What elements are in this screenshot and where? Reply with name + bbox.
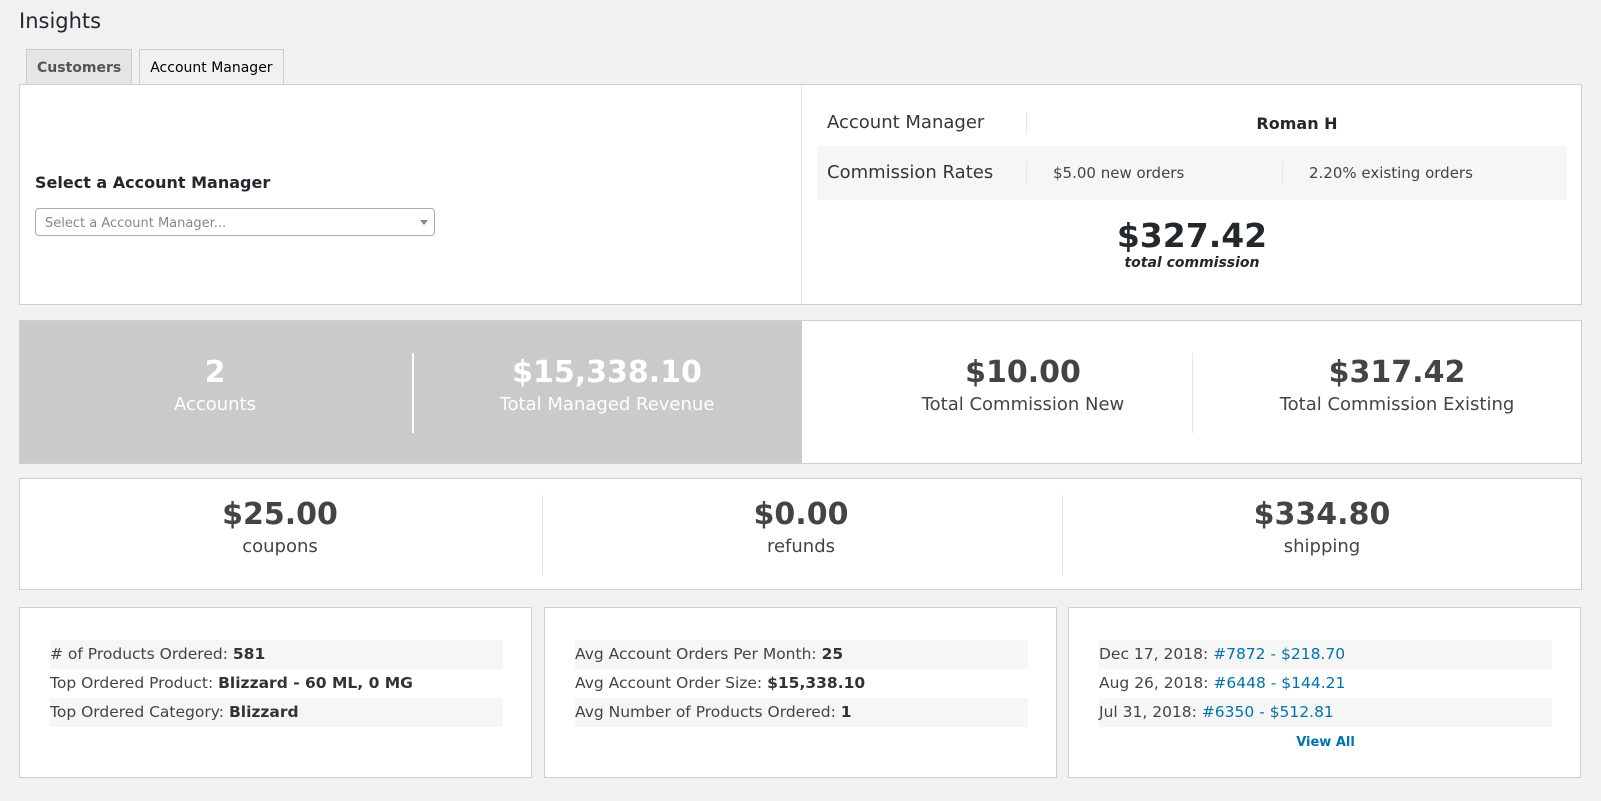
item-value: $15,338.10: [767, 674, 866, 692]
stat-label: Total Managed Revenue: [499, 394, 715, 415]
list-item: Dec 17, 2018: #7872 - $218.70: [1099, 640, 1552, 669]
products-panel: # of Products Ordered: 581 Top Ordered P…: [19, 607, 532, 778]
stats-panel: 2 Accounts $15,338.10 Total Managed Reve…: [19, 320, 1582, 464]
total-value: $0.00: [753, 497, 849, 532]
item-value: 581: [232, 645, 266, 663]
stat-value: $10.00: [965, 355, 1081, 390]
manager-info-section: Account Manager Roman H Commission Rates…: [802, 85, 1582, 304]
total-label: shipping: [1283, 536, 1361, 557]
list-item: Top Ordered Category: Blizzard: [50, 698, 503, 727]
manager-name: Roman H: [1256, 113, 1338, 133]
select-heading: Select a Account Manager: [35, 173, 271, 192]
order-date: Jul 31, 2018:: [1099, 703, 1197, 721]
view-all-link[interactable]: View All: [1099, 735, 1552, 750]
tab-customers[interactable]: Customers: [26, 49, 133, 85]
rate-existing: 2.20% existing orders: [1309, 164, 1473, 182]
stat-total-managed-revenue: $15,338.10 Total Managed Revenue: [412, 353, 802, 433]
account-manager-panel: Select a Account Manager Select a Accoun…: [19, 84, 1582, 305]
recent-orders-panel: Dec 17, 2018: #7872 - $218.70 Aug 26, 20…: [1068, 607, 1581, 778]
commission-rates-row: Commission Rates $5.00 new orders 2.20% …: [817, 146, 1567, 200]
list-item: Jul 31, 2018: #6350 - $512.81: [1099, 698, 1552, 727]
total-value: $25.00: [222, 497, 338, 532]
tab-account-manager[interactable]: Account Manager: [139, 49, 284, 86]
stat-label: Accounts: [173, 394, 257, 415]
item-value: Blizzard: [228, 703, 299, 721]
list-item: Top Ordered Product: Blizzard - 60 ML, 0…: [50, 669, 503, 698]
divider: [1192, 353, 1193, 433]
total-commission-amount: $327.42: [1116, 216, 1268, 255]
item-label: Avg Number of Products Ordered:: [575, 703, 836, 721]
order-link[interactable]: #6350 - $512.81: [1202, 703, 1334, 721]
totals-panel: $25.00 coupons $0.00 refunds $334.80 shi…: [19, 478, 1582, 590]
manager-row: Account Manager Roman H: [817, 96, 1567, 150]
stats-grey-section: 2 Accounts $15,338.10 Total Managed Reve…: [20, 321, 802, 463]
stat-label: Total Commission New: [921, 394, 1125, 415]
averages-panel: Avg Account Orders Per Month: 25 Avg Acc…: [544, 607, 1057, 778]
total-commission-caption: total commission: [1124, 255, 1260, 271]
total-label: coupons: [242, 536, 318, 557]
stat-commission-new: $10.00 Total Commission New: [828, 353, 1218, 433]
total-refunds: $0.00 refunds: [541, 495, 1061, 575]
item-label: Avg Account Order Size:: [575, 674, 763, 692]
stat-accounts: 2 Accounts: [20, 353, 410, 433]
total-commission-block: $327.42 total commission: [802, 216, 1582, 272]
total-coupons: $25.00 coupons: [20, 495, 540, 575]
stat-value: $15,338.10: [512, 355, 702, 390]
stat-value: 2: [204, 355, 226, 390]
item-label: Top Ordered Product:: [50, 674, 214, 692]
item-value: 1: [840, 703, 852, 721]
list-item: Avg Number of Products Ordered: 1: [575, 698, 1028, 727]
order-link[interactable]: #7872 - $218.70: [1213, 645, 1345, 663]
order-link[interactable]: #6448 - $144.21: [1213, 674, 1345, 692]
total-value: $334.80: [1253, 497, 1391, 532]
page-title: Insights: [19, 9, 102, 33]
dropdown-arrow-icon: [420, 220, 428, 225]
item-label: # of Products Ordered:: [50, 645, 228, 663]
stat-commission-existing: $317.42 Total Commission Existing: [1202, 353, 1592, 433]
item-value: Blizzard - 60 ML, 0 MG: [218, 674, 413, 692]
tab-bar: Customers Account Manager: [26, 49, 284, 86]
list-item: Avg Account Order Size: $15,338.10: [575, 669, 1028, 698]
account-manager-select[interactable]: Select a Account Manager...: [35, 208, 435, 236]
item-label: Top Ordered Category:: [50, 703, 224, 721]
order-date: Aug 26, 2018:: [1099, 674, 1209, 692]
stat-value: $317.42: [1328, 355, 1466, 390]
manager-label: Account Manager: [817, 112, 1027, 134]
rate-new: $5.00 new orders: [1027, 162, 1283, 184]
selector-section: Select a Account Manager Select a Accoun…: [20, 85, 802, 304]
list-item: Aug 26, 2018: #6448 - $144.21: [1099, 669, 1552, 698]
stat-label: Total Commission Existing: [1279, 394, 1515, 415]
list-item: Avg Account Orders Per Month: 25: [575, 640, 1028, 669]
rates-label: Commission Rates: [817, 162, 1027, 184]
total-shipping: $334.80 shipping: [1062, 495, 1582, 575]
item-label: Avg Account Orders Per Month:: [575, 645, 817, 663]
list-item: # of Products Ordered: 581: [50, 640, 503, 669]
total-label: refunds: [766, 536, 836, 557]
order-date: Dec 17, 2018:: [1099, 645, 1209, 663]
select-placeholder: Select a Account Manager...: [45, 216, 227, 231]
item-value: 25: [821, 645, 844, 663]
